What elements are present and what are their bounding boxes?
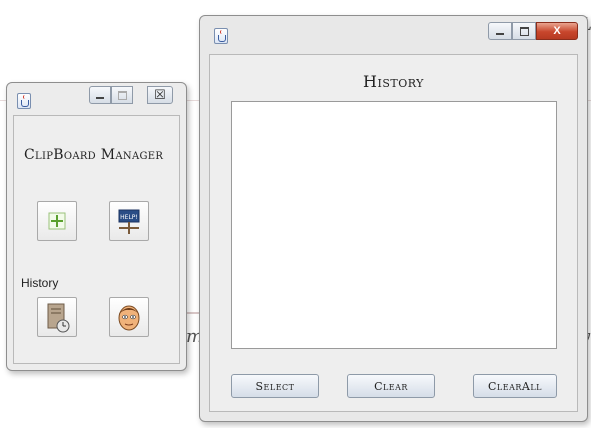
add-button[interactable]: [37, 201, 77, 241]
select-button[interactable]: Select: [231, 374, 319, 398]
face-icon: [118, 305, 140, 331]
java-app-icon: [17, 93, 31, 109]
close-button[interactable]: X: [536, 22, 578, 40]
clipboard-manager-window: ☒ ClipBoard Manager HELP! History: [6, 82, 187, 371]
minimize-button[interactable]: [89, 86, 111, 104]
history-text-area[interactable]: [231, 101, 557, 349]
clear-all-button[interactable]: ClearAll: [473, 374, 557, 398]
clipboard-heading: ClipBoard Manager: [24, 147, 164, 163]
svg-text:HELP!: HELP!: [120, 214, 138, 221]
history-window: X History Select Clear ClearAll: [199, 15, 588, 422]
title-bar[interactable]: ☒: [7, 83, 186, 113]
add-icon: [48, 212, 66, 230]
help-sign-icon: HELP!: [118, 209, 140, 234]
history-document-icon: [47, 303, 70, 333]
user-button[interactable]: [109, 297, 149, 337]
java-app-icon: [214, 28, 228, 44]
minimize-button[interactable]: [488, 22, 512, 40]
close-button[interactable]: ☒: [147, 86, 173, 104]
history-heading: History: [363, 72, 424, 91]
history-label: History: [21, 276, 59, 290]
history-button[interactable]: [37, 297, 77, 337]
title-bar[interactable]: X: [200, 16, 587, 50]
help-button[interactable]: HELP!: [109, 201, 149, 241]
maximize-button[interactable]: [111, 86, 133, 104]
maximize-button[interactable]: [512, 22, 536, 40]
clear-button[interactable]: Clear: [347, 374, 435, 398]
